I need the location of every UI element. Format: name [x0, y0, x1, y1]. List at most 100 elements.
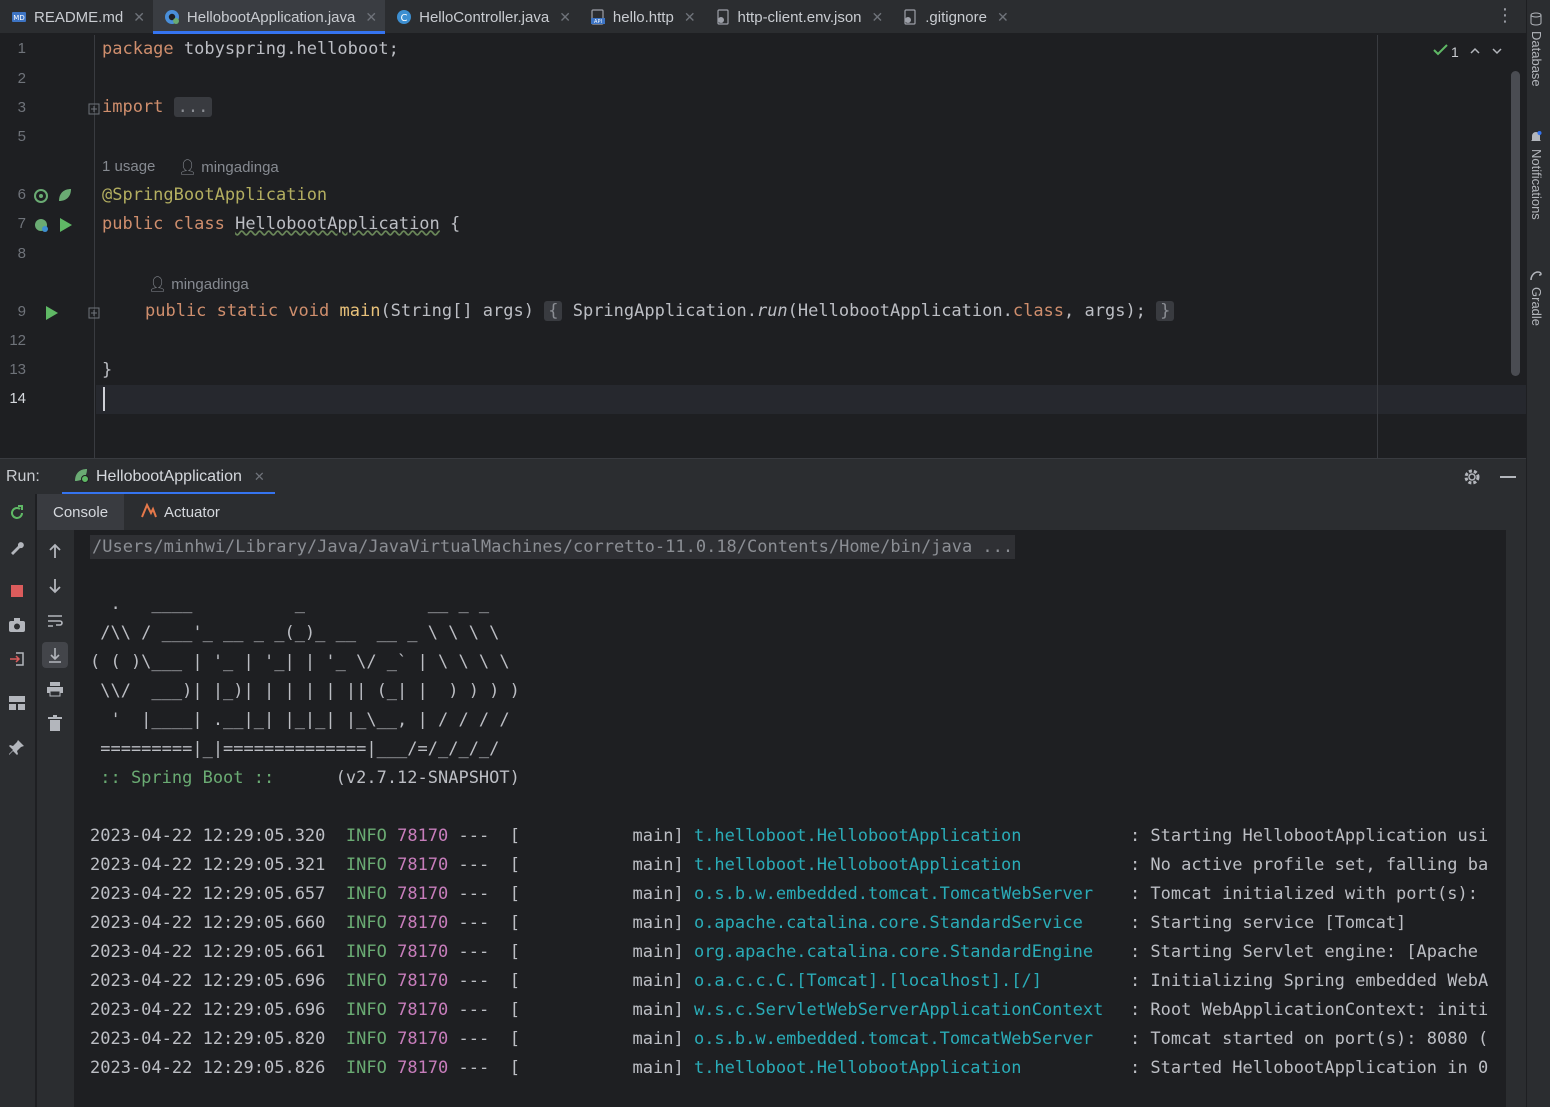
- log-logger: w.s.c.ServletWebServerApplicationContext: [693, 1000, 1104, 1020]
- console-scrollbar[interactable]: [1506, 530, 1526, 1107]
- notifications-tool-button[interactable]: Notifications: [1529, 130, 1544, 220]
- run-gutter-icon[interactable]: [44, 304, 60, 327]
- log-logger: t.helloboot.HellobootApplication: [693, 855, 1022, 875]
- tab-helloboot-application[interactable]: HellobootApplication.java ✕: [152, 0, 386, 34]
- log-logger: o.apache.catalina.core.StandardService: [693, 913, 1083, 933]
- log-logger: org.apache.catalina.core.StandardEngine: [693, 942, 1094, 962]
- wrench-icon[interactable]: [6, 536, 28, 558]
- console-toolbar: [37, 530, 74, 1107]
- close-icon[interactable]: ✕: [365, 9, 377, 26]
- close-icon[interactable]: ✕: [254, 469, 265, 485]
- pin-icon[interactable]: [6, 736, 28, 758]
- run-config-tab[interactable]: HellobootApplication ✕: [62, 459, 275, 495]
- tab-gitignore[interactable]: .gitignore ✕: [891, 0, 1016, 34]
- console-tab-label: Console: [53, 503, 109, 521]
- log-thread: --- [ main]: [458, 942, 684, 962]
- code-area[interactable]: package tobyspring.helloboot; import ...…: [96, 35, 1526, 458]
- log-line: 2023-04-22 12:29:05.696 INFO 78170 --- […: [90, 1000, 1488, 1020]
- right-tool-stripe: Database Notifications Gradle: [1526, 0, 1550, 1107]
- command-line[interactable]: /Users/minhwi/Library/Java/JavaVirtualMa…: [90, 535, 1016, 559]
- tab-hello-controller[interactable]: C HelloController.java ✕: [385, 0, 579, 34]
- close-icon[interactable]: ✕: [559, 9, 571, 26]
- login-icon[interactable]: [6, 648, 28, 670]
- author-hint[interactable]: 👤︎ mingadinga: [148, 275, 249, 293]
- tab-http-client-env[interactable]: http-client.env.json ✕: [704, 0, 892, 34]
- rerun-icon[interactable]: [6, 502, 28, 524]
- camera-icon[interactable]: [6, 614, 28, 636]
- tab-label: hello.http: [612, 8, 674, 26]
- gradle-label: Gradle: [1529, 287, 1544, 327]
- log-pid: 78170: [397, 1058, 449, 1078]
- stop-icon[interactable]: [6, 580, 28, 602]
- soft-wrap-icon[interactable]: [44, 610, 66, 632]
- close-icon[interactable]: ✕: [684, 9, 696, 26]
- fold-open-brace[interactable]: {: [544, 301, 563, 321]
- log-message: : Starting HellobootApplication usi: [1129, 826, 1489, 846]
- package-name: tobyspring.helloboot;: [173, 39, 399, 59]
- log-message: : Tomcat initialized with port(s):: [1129, 884, 1478, 904]
- chevron-up-icon[interactable]: [1469, 44, 1481, 60]
- tab-label: HellobootApplication.java: [186, 8, 356, 26]
- api-file-icon: API: [589, 8, 607, 26]
- log-level: INFO: [345, 855, 387, 875]
- author-hint[interactable]: 👤︎ mingadinga: [178, 158, 279, 176]
- log-line: 2023-04-22 12:29:05.321 INFO 78170 --- […: [90, 855, 1488, 875]
- chevron-down-icon[interactable]: [1491, 44, 1503, 60]
- keyword: public static void: [145, 301, 330, 321]
- log-thread: --- [ main]: [458, 1058, 684, 1078]
- log-line: 2023-04-22 12:29:05.820 INFO 78170 --- […: [90, 1029, 1488, 1049]
- log-pid: 78170: [397, 826, 449, 846]
- arrow-down-icon[interactable]: [44, 575, 66, 597]
- close-icon[interactable]: ✕: [872, 9, 884, 26]
- log-timestamp: 2023-04-22 12:29:05.321: [90, 855, 326, 875]
- gitignore-file-icon: [901, 8, 919, 26]
- print-icon[interactable]: [44, 678, 66, 700]
- log-line: 2023-04-22 12:29:05.660 INFO 78170 --- […: [90, 913, 1406, 933]
- arrow-up-icon[interactable]: [44, 540, 66, 562]
- tab-hello-http[interactable]: API hello.http ✕: [579, 0, 704, 34]
- log-message: : Starting Servlet engine: [Apache: [1129, 942, 1478, 962]
- user-icon: 👤︎: [178, 159, 198, 176]
- log-logger: t.helloboot.HellobootApplication: [693, 1058, 1022, 1078]
- markdown-icon: MD: [10, 8, 28, 26]
- console-output[interactable]: /Users/minhwi/Library/Java/JavaVirtualMa…: [74, 530, 1506, 1107]
- database-tool-button[interactable]: Database: [1529, 12, 1544, 87]
- svg-text:C: C: [401, 13, 408, 24]
- spring-leaf-icon[interactable]: [56, 186, 74, 209]
- usages-hint[interactable]: 1 usage: [102, 158, 155, 175]
- fold-close-brace[interactable]: }: [1156, 301, 1175, 321]
- close-icon[interactable]: ✕: [133, 9, 145, 26]
- editor-scrollbar[interactable]: [1511, 71, 1520, 376]
- log-level: INFO: [345, 1058, 387, 1078]
- spring-bean-icon[interactable]: [32, 187, 50, 210]
- scroll-to-end-icon[interactable]: [42, 642, 68, 668]
- method-name: main: [339, 301, 381, 321]
- tab-label: HelloController.java: [419, 8, 550, 26]
- minimize-icon[interactable]: [1500, 476, 1516, 478]
- layout-icon[interactable]: [6, 692, 28, 714]
- more-tabs-icon[interactable]: ⋮: [1496, 6, 1514, 24]
- tab-console[interactable]: Console: [37, 494, 125, 530]
- log-logger: t.helloboot.HellobootApplication: [693, 826, 1022, 846]
- inspection-widget[interactable]: 1: [1433, 43, 1503, 60]
- line-number: 9: [17, 303, 26, 320]
- log-pid: 78170: [397, 1000, 449, 1020]
- log-thread: --- [ main]: [458, 855, 684, 875]
- boot-label: :: Spring Boot ::: [90, 768, 285, 788]
- run-gutter-icon[interactable]: [58, 216, 74, 239]
- tab-label: README.md: [34, 8, 124, 26]
- trash-icon[interactable]: [44, 712, 66, 734]
- gradle-tool-button[interactable]: Gradle: [1529, 268, 1544, 326]
- log-timestamp: 2023-04-22 12:29:05.661: [90, 942, 326, 962]
- spring-bean-icon[interactable]: [32, 216, 50, 239]
- svg-text:MD: MD: [13, 14, 24, 22]
- folded-imports[interactable]: ...: [173, 97, 213, 117]
- log-pid: 78170: [397, 971, 449, 991]
- editor-gutter: 1 2 3 5 6 7 8 9 12 13 14: [0, 35, 100, 458]
- code-editor[interactable]: 1 2 3 5 6 7 8 9 12 13 14 package tobyspr…: [0, 35, 1526, 458]
- close-icon[interactable]: ✕: [997, 9, 1009, 26]
- log-thread: --- [ main]: [458, 884, 684, 904]
- gear-icon[interactable]: [1462, 467, 1482, 492]
- tab-actuator[interactable]: Actuator: [124, 494, 236, 530]
- tab-readme[interactable]: MD README.md ✕: [0, 0, 153, 34]
